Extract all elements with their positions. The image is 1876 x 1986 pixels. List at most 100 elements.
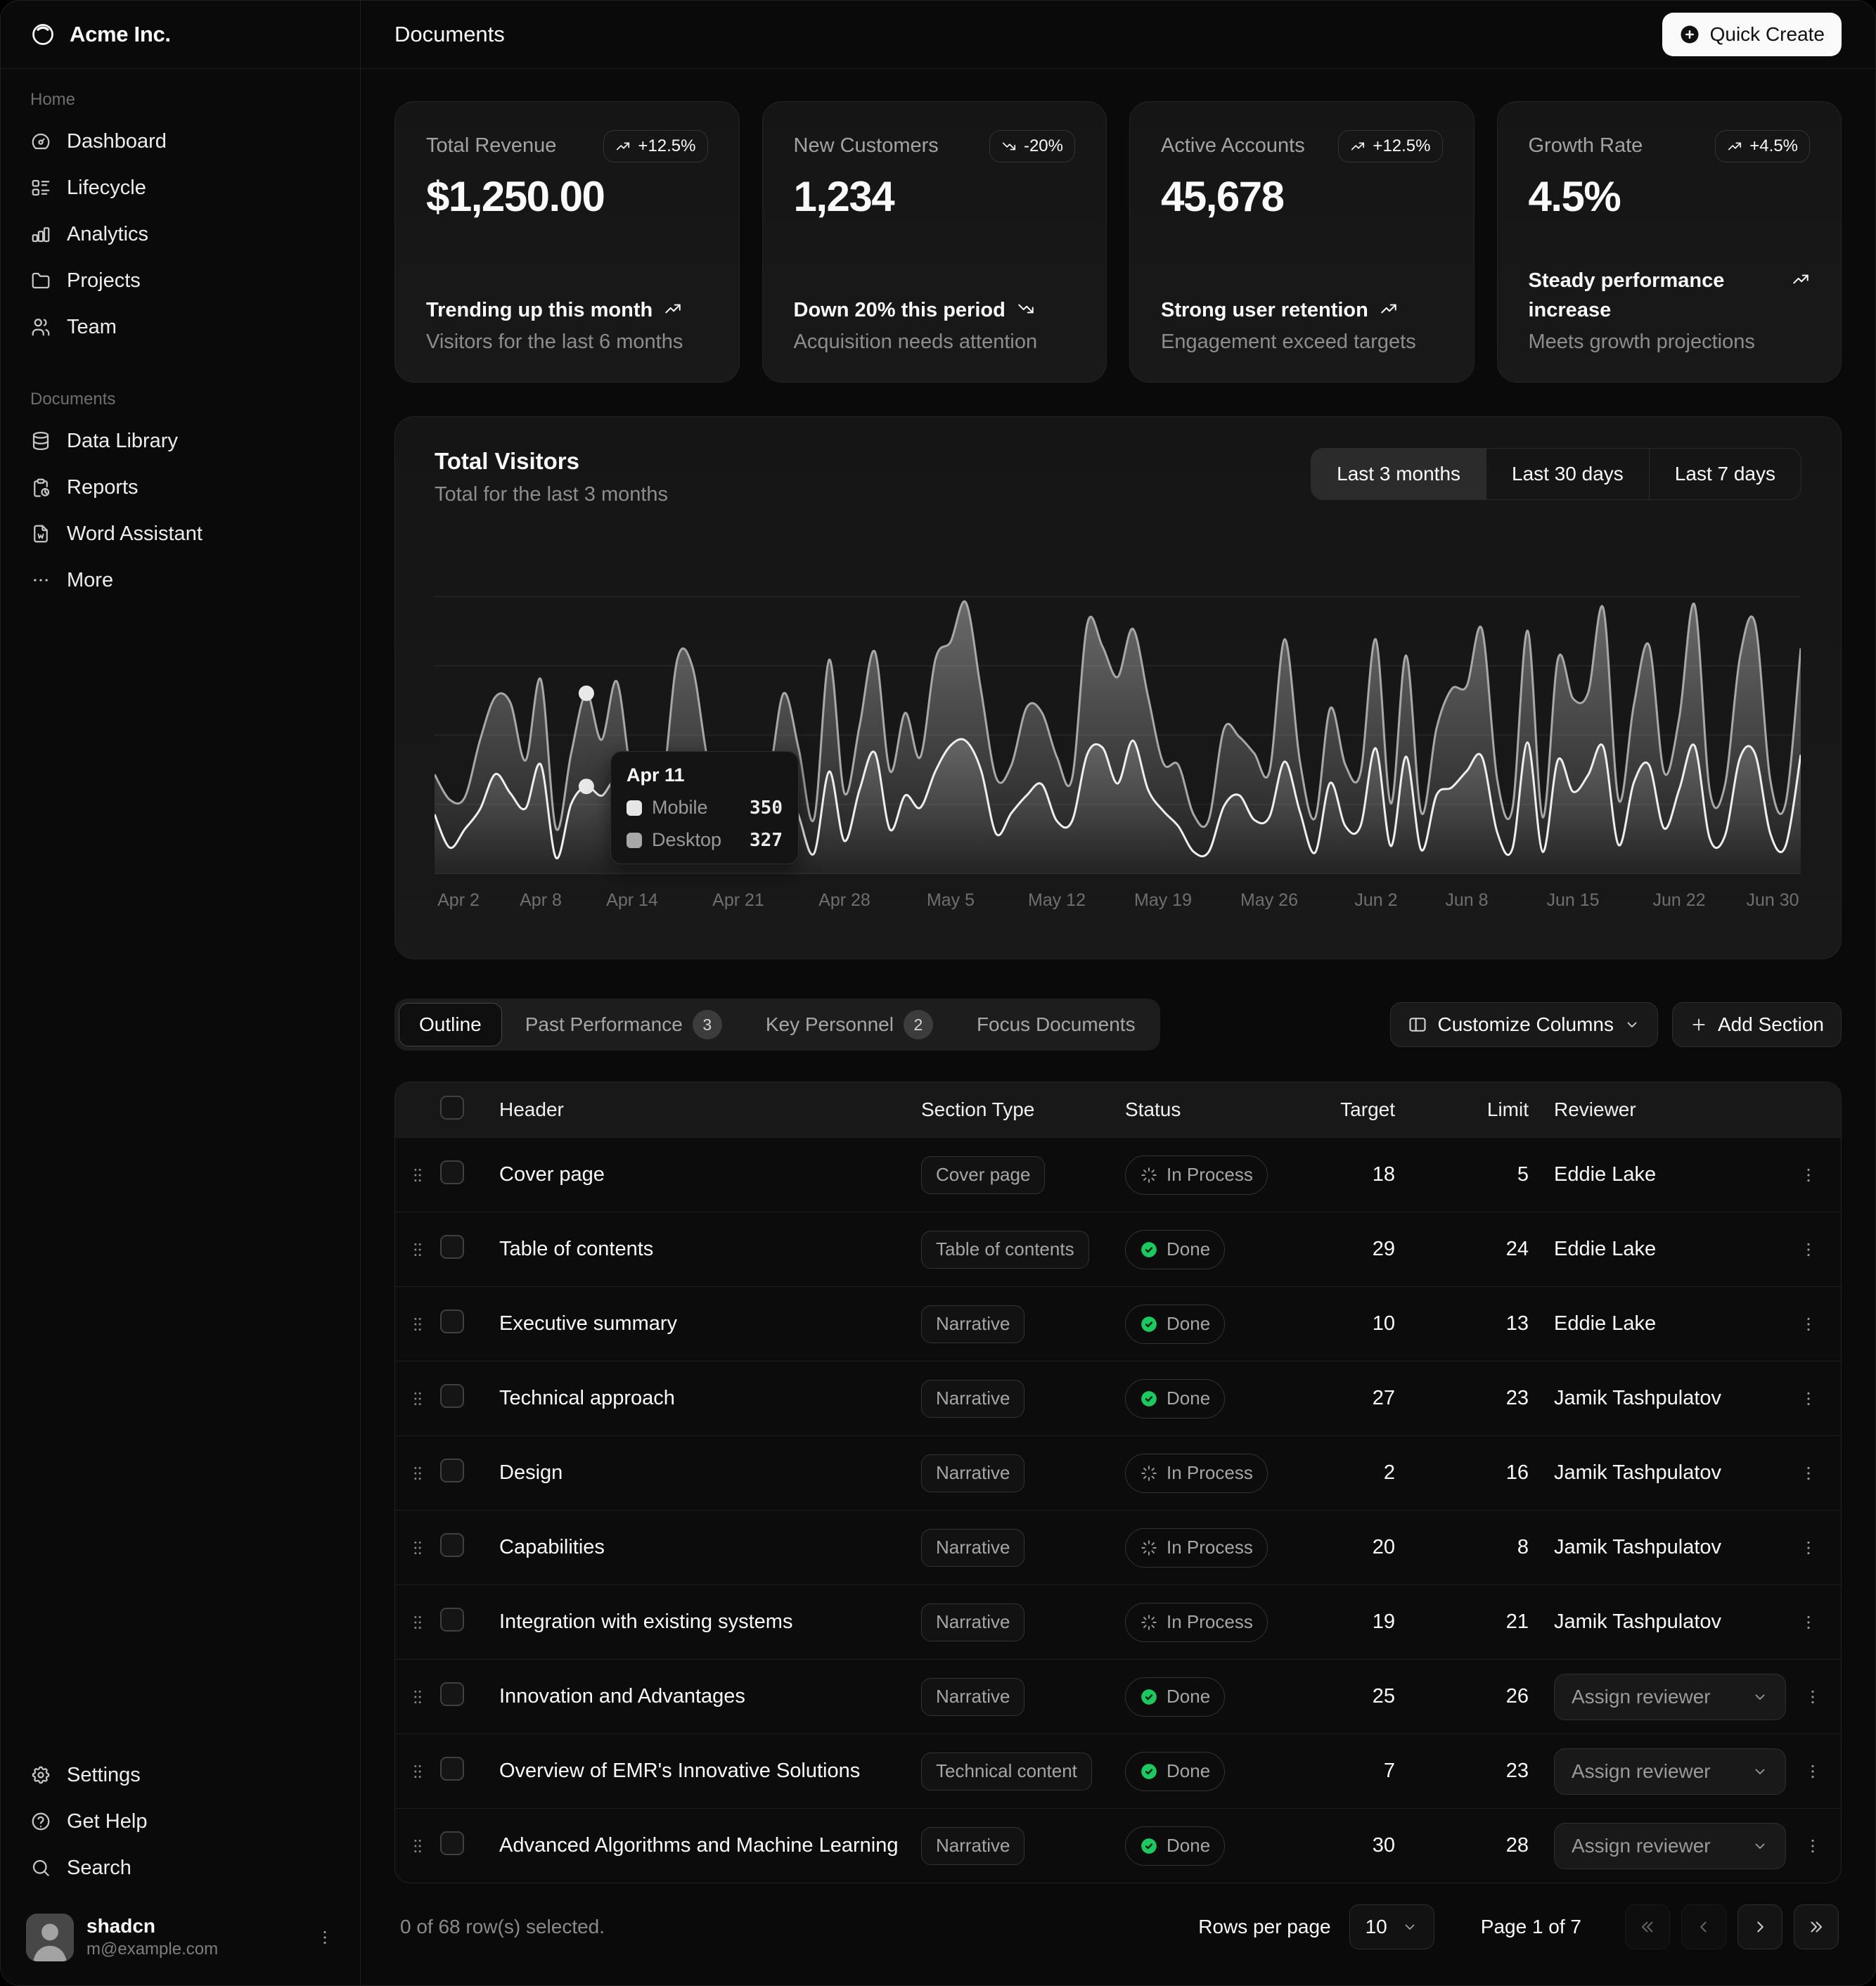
row-checkbox[interactable] (440, 1831, 464, 1855)
tab-key-personnel[interactable]: Key Personnel2 (745, 1003, 953, 1046)
row-menu-button[interactable] (1793, 1383, 1824, 1414)
drag-handle[interactable] (395, 1613, 440, 1632)
target-value[interactable]: 7 (1322, 1760, 1413, 1783)
row-header[interactable]: Advanced Algorithms and Machine Learning (499, 1834, 921, 1857)
next-page-button[interactable] (1737, 1904, 1782, 1949)
drag-handle[interactable] (395, 1240, 440, 1260)
limit-value[interactable]: 8 (1413, 1536, 1547, 1559)
add-section-button[interactable]: Add Section (1672, 1002, 1842, 1047)
sidebar-item-search[interactable]: Search (18, 1845, 343, 1891)
limit-value[interactable]: 21 (1413, 1610, 1547, 1634)
table-header-row: Header Section Type Status Target Limit … (395, 1082, 1841, 1137)
limit-value[interactable]: 23 (1413, 1760, 1547, 1783)
chart-tooltip: Apr 11 Mobile 350 Desktop 327 (610, 751, 799, 864)
drag-handle[interactable] (395, 1463, 440, 1483)
row-checkbox[interactable] (440, 1309, 464, 1333)
limit-value[interactable]: 26 (1413, 1685, 1547, 1708)
check-circle-filled-icon (1140, 1315, 1158, 1333)
target-value[interactable]: 29 (1322, 1238, 1413, 1261)
drag-handle[interactable] (395, 1389, 440, 1409)
range-last-7-days[interactable]: Last 7 days (1649, 449, 1801, 499)
row-menu-button[interactable] (1793, 1309, 1824, 1340)
row-checkbox[interactable] (440, 1757, 464, 1781)
org-switcher[interactable]: Acme Inc. (1, 1, 360, 69)
drag-handle[interactable] (395, 1687, 440, 1707)
row-menu-button[interactable] (1793, 1458, 1824, 1489)
sidebar-item-get-help[interactable]: Get Help (18, 1798, 343, 1845)
row-header[interactable]: Integration with existing systems (499, 1610, 921, 1634)
target-value[interactable]: 20 (1322, 1536, 1413, 1559)
row-header[interactable]: Cover page (499, 1163, 921, 1186)
row-menu-button[interactable] (1793, 1160, 1824, 1191)
row-checkbox[interactable] (440, 1608, 464, 1632)
sidebar-item-lifecycle[interactable]: Lifecycle (18, 165, 343, 211)
sidebar-item-more[interactable]: More (18, 557, 343, 603)
row-menu-button[interactable] (1797, 1681, 1828, 1712)
sidebar-item-team[interactable]: Team (18, 304, 343, 350)
row-menu-button[interactable] (1793, 1234, 1824, 1265)
tab-outline[interactable]: Outline (399, 1003, 502, 1046)
row-checkbox[interactable] (440, 1384, 464, 1408)
assign-reviewer-select[interactable]: Assign reviewer (1554, 1748, 1786, 1795)
range-last-30-days[interactable]: Last 30 days (1486, 449, 1649, 499)
check-circle-filled-icon (1140, 1241, 1158, 1259)
sidebar-item-settings[interactable]: Settings (18, 1752, 343, 1798)
row-menu-button[interactable] (1793, 1532, 1824, 1563)
last-page-button[interactable] (1794, 1904, 1839, 1949)
row-header[interactable]: Overview of EMR's Innovative Solutions (499, 1760, 921, 1783)
sidebar-item-data-library[interactable]: Data Library (18, 418, 343, 464)
limit-value[interactable]: 24 (1413, 1238, 1547, 1261)
quick-create-button[interactable]: Quick Create (1662, 13, 1842, 56)
target-value[interactable]: 30 (1322, 1834, 1413, 1857)
limit-value[interactable]: 23 (1413, 1387, 1547, 1410)
row-menu-button[interactable] (1793, 1607, 1824, 1638)
first-page-button[interactable] (1625, 1904, 1670, 1949)
range-last-3-months[interactable]: Last 3 months (1311, 449, 1486, 499)
visitors-area-chart[interactable]: Apr 2Apr 8Apr 14Apr 21Apr 28May 5May 12M… (435, 527, 1801, 921)
limit-value[interactable]: 16 (1413, 1461, 1547, 1485)
sidebar-item-word-assistant[interactable]: Word Assistant (18, 511, 343, 557)
assign-reviewer-select[interactable]: Assign reviewer (1554, 1823, 1786, 1869)
assign-reviewer-select[interactable]: Assign reviewer (1554, 1674, 1786, 1720)
target-value[interactable]: 10 (1322, 1312, 1413, 1335)
prev-page-button[interactable] (1681, 1904, 1726, 1949)
reviewer-name: Eddie Lake (1554, 1238, 1656, 1260)
drag-handle[interactable] (395, 1836, 440, 1856)
row-checkbox[interactable] (440, 1235, 464, 1259)
rows-per-page-select[interactable]: 10 (1349, 1904, 1434, 1949)
row-header[interactable]: Executive summary (499, 1312, 921, 1335)
sidebar-item-dashboard[interactable]: Dashboard (18, 118, 343, 165)
limit-value[interactable]: 13 (1413, 1312, 1547, 1335)
drag-handle[interactable] (395, 1165, 440, 1185)
target-value[interactable]: 27 (1322, 1387, 1413, 1410)
drag-handle[interactable] (395, 1762, 440, 1781)
row-checkbox[interactable] (440, 1459, 464, 1482)
sidebar-item-analytics[interactable]: Analytics (18, 211, 343, 257)
customize-columns-button[interactable]: Customize Columns (1390, 1002, 1658, 1047)
row-menu-button[interactable] (1797, 1831, 1828, 1862)
user-menu[interactable]: shadcn m@example.com (18, 1905, 343, 1970)
sidebar-item-projects[interactable]: Projects (18, 257, 343, 304)
tab-past-performance[interactable]: Past Performance3 (505, 1003, 743, 1046)
limit-value[interactable]: 5 (1413, 1163, 1547, 1186)
sidebar-item-reports[interactable]: Reports (18, 464, 343, 511)
target-value[interactable]: 19 (1322, 1610, 1413, 1634)
row-header[interactable]: Technical approach (499, 1387, 921, 1410)
row-header[interactable]: Design (499, 1461, 921, 1485)
select-all-checkbox[interactable] (440, 1096, 464, 1120)
target-value[interactable]: 18 (1322, 1163, 1413, 1186)
target-value[interactable]: 2 (1322, 1461, 1413, 1485)
drag-handle[interactable] (395, 1538, 440, 1558)
target-value[interactable]: 25 (1322, 1685, 1413, 1708)
drag-handle[interactable] (395, 1314, 440, 1334)
row-header[interactable]: Innovation and Advantages (499, 1685, 921, 1708)
limit-value[interactable]: 28 (1413, 1834, 1547, 1857)
row-checkbox[interactable] (440, 1533, 464, 1557)
row-header[interactable]: Table of contents (499, 1238, 921, 1261)
row-checkbox[interactable] (440, 1682, 464, 1706)
row-header[interactable]: Capabilities (499, 1536, 921, 1559)
tab-focus-documents[interactable]: Focus Documents (956, 1003, 1156, 1046)
row-checkbox[interactable] (440, 1160, 464, 1184)
row-menu-button[interactable] (1797, 1756, 1828, 1787)
grip-vertical-icon (408, 1836, 428, 1856)
